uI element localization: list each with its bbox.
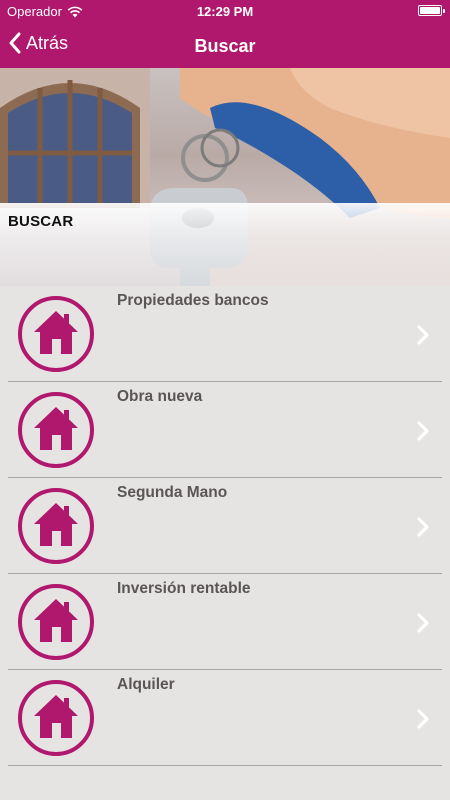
list-item-inversion-rentable[interactable]: Inversión rentable bbox=[0, 574, 450, 670]
list-item-alquiler[interactable]: Alquiler bbox=[0, 670, 450, 766]
list-item-label: Propiedades bancos bbox=[117, 292, 269, 309]
hero-title: BUSCAR bbox=[8, 213, 74, 230]
battery-icon bbox=[418, 5, 445, 16]
house-icon bbox=[18, 392, 94, 468]
house-icon bbox=[18, 584, 94, 660]
list-item-propiedades-bancos[interactable]: Propiedades bancos bbox=[0, 286, 450, 382]
chevron-right-icon bbox=[417, 421, 429, 441]
house-icon bbox=[18, 488, 94, 564]
list-item-segunda-mano[interactable]: Segunda Mano bbox=[0, 478, 450, 574]
chevron-right-icon bbox=[417, 517, 429, 537]
chevron-right-icon bbox=[417, 613, 429, 633]
hero-banner: BUSCAR bbox=[0, 68, 450, 286]
list-item-label: Segunda Mano bbox=[117, 484, 228, 501]
status-bar: Operador 12:29 PM bbox=[0, 0, 450, 22]
list-item-label: Obra nueva bbox=[117, 388, 203, 405]
list-item-obra-nueva[interactable]: Obra nueva bbox=[0, 382, 450, 478]
list-item-label: Inversión rentable bbox=[117, 580, 251, 597]
search-category-list: Propiedades bancos Obra nueva Segunda Ma… bbox=[0, 286, 450, 766]
app-header: Operador 12:29 PM Atrás Buscar bbox=[0, 0, 450, 68]
house-icon bbox=[18, 296, 94, 372]
navigation-bar: Atrás Buscar bbox=[0, 22, 450, 68]
status-time: 12:29 PM bbox=[196, 4, 254, 19]
page-title: Buscar bbox=[194, 36, 256, 56]
list-item-label: Alquiler bbox=[117, 676, 175, 693]
chevron-right-icon bbox=[417, 709, 429, 729]
chevron-right-icon bbox=[417, 325, 429, 345]
house-icon bbox=[18, 680, 94, 756]
